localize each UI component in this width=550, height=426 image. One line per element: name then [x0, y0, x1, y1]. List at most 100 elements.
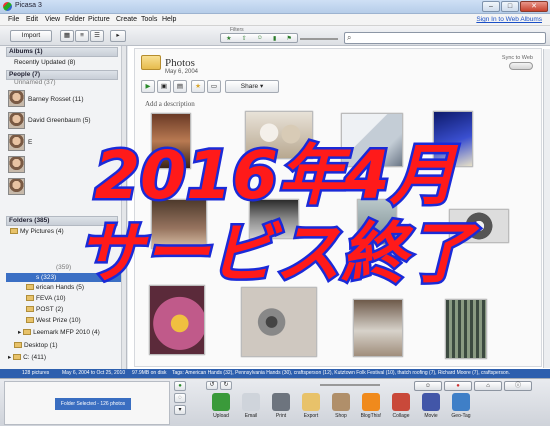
- tool-blogthis-button[interactable]: BlogThis!: [356, 393, 386, 419]
- photo-thumbnail[interactable]: [341, 113, 403, 167]
- selected-folder[interactable]: s (323): [6, 273, 121, 282]
- add-description[interactable]: Add a description: [145, 100, 195, 108]
- avatar[interactable]: [8, 90, 25, 107]
- places-pane-icon[interactable]: ●: [444, 381, 472, 391]
- avatar[interactable]: [8, 134, 25, 151]
- toolbar: Import ▦ ≡ ☰ ▸ Filters ★ ⇧ ☺ ▮ ⚑ ⌕: [0, 26, 550, 46]
- tool-print-button[interactable]: Print: [266, 393, 296, 419]
- menu-tools[interactable]: Tools: [141, 16, 157, 23]
- folder-icon: [13, 354, 22, 360]
- zoom-slider[interactable]: [320, 384, 380, 386]
- person-item[interactable]: David Greenbaum (5): [28, 117, 91, 124]
- avatar[interactable]: [8, 112, 25, 129]
- menu-folder[interactable]: Folder: [65, 16, 85, 23]
- selection-tray[interactable]: Folder Selected - 126 photos: [4, 381, 170, 425]
- folder-item[interactable]: ▸ Leemark MFP 2010 (4): [18, 328, 100, 336]
- menu-edit[interactable]: Edit: [26, 16, 38, 23]
- album-title[interactable]: Photos: [165, 57, 195, 69]
- geotag-filter-icon[interactable]: ⚑: [287, 35, 292, 42]
- search-input[interactable]: ⌕: [344, 32, 546, 44]
- tool-upload-button[interactable]: Upload: [206, 393, 236, 419]
- people-pane-icon[interactable]: ☺: [414, 381, 442, 391]
- slideshow-icon[interactable]: ▣: [157, 80, 171, 93]
- folder-item[interactable]: Desktop (1): [14, 342, 58, 349]
- title-bar: Picasa 3 – □ ✕: [0, 0, 550, 14]
- photo-thumbnail[interactable]: [433, 111, 473, 167]
- folder-item[interactable]: ▸ C: (411): [8, 353, 46, 361]
- share-button[interactable]: Share ▾: [225, 80, 279, 93]
- import-button[interactable]: Import: [10, 30, 52, 42]
- photo-thumbnail[interactable]: [357, 199, 397, 245]
- photo-thumbnail[interactable]: [445, 299, 487, 359]
- filter-slider[interactable]: [300, 38, 338, 40]
- menu-create[interactable]: Create: [116, 16, 137, 23]
- photo-thumbnail[interactable]: [151, 113, 191, 169]
- tool-label: Email: [244, 413, 258, 419]
- folder-icon: [26, 284, 34, 290]
- upload-filter-icon[interactable]: ⇧: [242, 35, 247, 42]
- starred-filter-icon[interactable]: ★: [226, 35, 231, 42]
- person-item[interactable]: Barney Rosset (11): [28, 96, 84, 103]
- recently-updated-item[interactable]: Recently Updated (8): [14, 59, 75, 66]
- clear-icon[interactable]: ◌: [174, 393, 186, 403]
- folders-header[interactable]: Folders (385): [6, 216, 118, 226]
- my-pictures-folder[interactable]: My Pictures (4): [10, 228, 64, 235]
- unnamed-item[interactable]: Unnamed (37): [14, 79, 56, 86]
- folder-icon: [26, 295, 34, 301]
- folder-item[interactable]: West Prize (10): [26, 317, 81, 324]
- folder-item[interactable]: (359): [56, 264, 71, 271]
- maximize-button[interactable]: □: [501, 1, 519, 12]
- rotate-left-icon[interactable]: ↺: [206, 381, 218, 390]
- play-icon[interactable]: ▶: [141, 80, 155, 93]
- person-item[interactable]: E: [28, 139, 32, 146]
- tags-pane-icon[interactable]: ⌂: [474, 381, 502, 391]
- collage-icon[interactable]: ▤: [173, 80, 187, 93]
- album-date[interactable]: May 6, 2004: [165, 69, 198, 75]
- video-filter-icon[interactable]: ▮: [273, 35, 276, 42]
- rotate-right-icon[interactable]: ↻: [220, 381, 232, 390]
- photo-thumbnail[interactable]: [149, 285, 205, 355]
- email-icon: [242, 393, 260, 411]
- photo-thumbnail[interactable]: [241, 287, 317, 357]
- albums-header[interactable]: Albums (1): [6, 47, 118, 57]
- list-view-icon[interactable]: ≡: [75, 30, 89, 42]
- tool-label: Export: [303, 413, 319, 419]
- photo-thumbnail[interactable]: [353, 299, 403, 357]
- play-slideshow-icon[interactable]: ▸: [110, 30, 126, 42]
- avatar[interactable]: [8, 178, 25, 195]
- tool-geotag-button[interactable]: Geo-Tag: [446, 393, 476, 419]
- face-filter-icon[interactable]: ☺: [257, 35, 263, 41]
- grid-view-icon[interactable]: ▦: [60, 30, 74, 42]
- menu-picture[interactable]: Picture: [88, 16, 110, 23]
- photo-thumbnail[interactable]: [151, 199, 207, 249]
- left-scrollbar[interactable]: [121, 46, 126, 369]
- hold-icon[interactable]: ●: [174, 381, 186, 391]
- save-icon[interactable]: ▭: [207, 80, 221, 93]
- tool-label: Geo-Tag: [451, 413, 471, 419]
- tool-email-button[interactable]: Email: [236, 393, 266, 419]
- close-button[interactable]: ✕: [520, 1, 548, 12]
- tool-export-button[interactable]: Export: [296, 393, 326, 419]
- menu-view[interactable]: View: [45, 16, 60, 23]
- folder-item[interactable]: erican Hands (5): [26, 284, 84, 291]
- avatar[interactable]: [8, 156, 25, 173]
- window-title: Picasa 3: [15, 2, 42, 9]
- photo-thumbnail[interactable]: [245, 111, 313, 159]
- tool-movie-button[interactable]: Movie: [416, 393, 446, 419]
- properties-pane-icon[interactable]: ⓘ: [504, 381, 532, 391]
- photo-thumbnail[interactable]: [449, 209, 509, 243]
- tool-collage-button[interactable]: Collage: [386, 393, 416, 419]
- menu-file[interactable]: File: [8, 16, 19, 23]
- add-to-album-icon[interactable]: ▾: [174, 405, 186, 415]
- main-scrollbar[interactable]: [543, 49, 550, 368]
- photo-thumbnail[interactable]: [249, 199, 299, 239]
- folder-item[interactable]: FEVA (10): [26, 295, 66, 302]
- tool-shop-button[interactable]: Shop: [326, 393, 356, 419]
- menu-help[interactable]: Help: [162, 16, 176, 23]
- sync-toggle[interactable]: [509, 62, 533, 70]
- minimize-button[interactable]: –: [482, 1, 500, 12]
- detail-view-icon[interactable]: ☰: [90, 30, 104, 42]
- folder-item[interactable]: POST (2): [26, 306, 63, 313]
- sign-in-link[interactable]: Sign In to Web Albums: [476, 16, 542, 23]
- star-icon[interactable]: ★: [191, 80, 205, 93]
